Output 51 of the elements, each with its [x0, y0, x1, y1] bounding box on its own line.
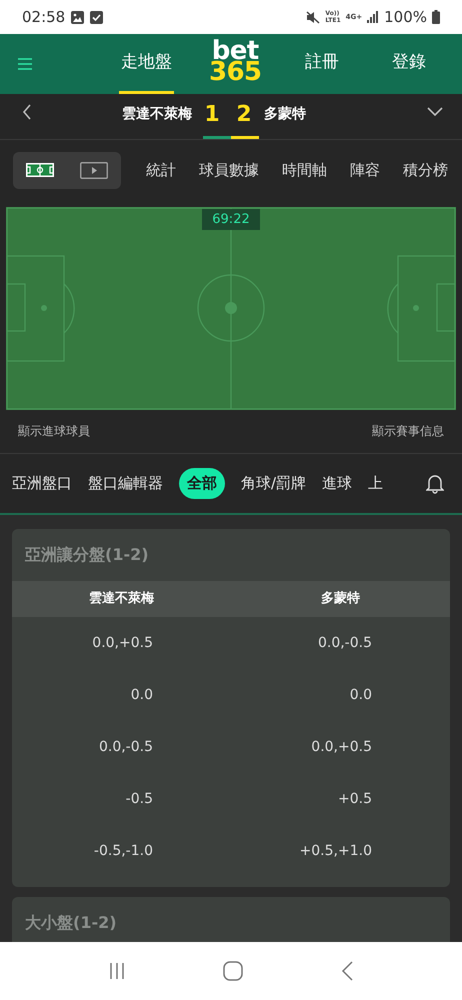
image-icon — [71, 10, 84, 24]
menu-icon[interactable] — [18, 58, 32, 70]
info-tab[interactable]: 球員數據 — [199, 158, 259, 182]
signal-icon — [367, 11, 380, 23]
handicap-odds[interactable]: 0.0 — [350, 684, 372, 706]
market-tab[interactable]: 上 — [368, 472, 384, 495]
column-header: 多蒙特 — [320, 590, 361, 608]
handicap-odds[interactable]: -0.5,-1.0 — [94, 840, 153, 862]
bell-icon[interactable] — [426, 473, 444, 494]
info-tab[interactable]: 積分榜 — [403, 158, 448, 182]
handicap-odds[interactable]: 0.0 — [130, 684, 153, 706]
recent-apps-icon[interactable] — [109, 963, 125, 979]
handicap-odds[interactable]: 0.0,+0.5 — [92, 632, 153, 654]
match-clock: 69:22 — [202, 209, 260, 230]
pitch-view-icon[interactable] — [26, 163, 54, 177]
handicap-odds[interactable]: 0.0,-0.5 — [318, 632, 372, 654]
show-match-info-link[interactable]: 顯示賽事信息 — [372, 422, 444, 440]
show-scorers-link[interactable]: 顯示進球球員 — [18, 422, 90, 440]
mute-icon — [306, 10, 320, 24]
nav-tab[interactable]: 註冊 — [303, 34, 341, 94]
video-icon[interactable] — [80, 162, 108, 178]
home-team: 雲達不萊梅 — [122, 105, 192, 124]
back-icon[interactable] — [341, 961, 353, 981]
handicap-odds[interactable]: +0.5,+1.0 — [300, 840, 372, 862]
market-tab[interactable]: 亞洲盤口 — [12, 472, 72, 495]
back-icon[interactable] — [22, 104, 32, 120]
market-tab[interactable]: 進球 — [322, 472, 352, 495]
handicap-odds[interactable]: +0.5 — [338, 788, 372, 810]
home-icon[interactable] — [223, 961, 243, 981]
info-tab[interactable]: 陣容 — [350, 158, 380, 182]
checkbox-icon — [90, 10, 104, 24]
away-team: 多蒙特 — [264, 105, 306, 124]
clock-time: 02:58 — [22, 6, 66, 28]
info-tab[interactable]: 統計 — [146, 158, 176, 182]
handicap-odds[interactable]: 0.0,-0.5 — [98, 736, 153, 758]
away-score: 2 — [235, 101, 253, 129]
market-tab[interactable]: 全部 — [179, 468, 225, 499]
chevron-down-icon[interactable] — [427, 107, 443, 116]
battery-icon — [432, 10, 440, 24]
score-indicator — [203, 136, 259, 139]
battery-percent: 100% — [384, 6, 427, 28]
market-tab[interactable]: 盤口編輯器 — [88, 472, 163, 495]
handicap-odds[interactable]: -0.5 — [126, 788, 153, 810]
nav-tab[interactable]: 登錄 — [390, 34, 428, 94]
nav-tab[interactable]: 走地盤 — [119, 34, 174, 94]
column-header: 雲達不萊梅 — [88, 590, 155, 608]
market-tab[interactable]: 角球/罰牌 — [241, 472, 306, 495]
bet365-logo[interactable]: bet 365 — [209, 41, 262, 83]
home-score: 1 — [203, 101, 221, 129]
handicap-odds[interactable]: 0.0,+0.5 — [311, 736, 372, 758]
info-tab[interactable]: 時間軸 — [282, 158, 327, 182]
